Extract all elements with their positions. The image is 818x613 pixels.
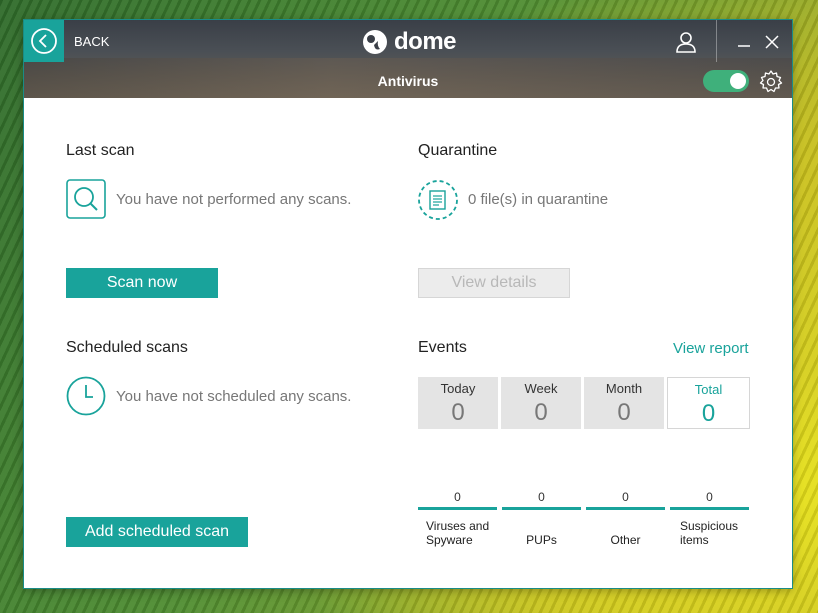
page-title: Antivirus: [377, 73, 439, 89]
minimize-icon: [738, 45, 750, 47]
category-other: 0 Other: [586, 490, 665, 547]
last-scan-title: Last scan: [66, 142, 135, 159]
category-count: 0: [538, 490, 545, 504]
back-label[interactable]: BACK: [74, 34, 109, 49]
scheduled-scans-message: You have not scheduled any scans.: [116, 388, 352, 405]
tile-label: Week: [524, 381, 558, 396]
tile-value: 0: [701, 400, 716, 427]
category-viruses: 0 Viruses and Spyware: [418, 490, 497, 547]
category-pups: 0 PUPs: [502, 490, 581, 547]
user-icon: [676, 32, 696, 53]
close-icon: [765, 35, 779, 49]
category-bar: [586, 507, 665, 510]
back-arrow-icon: [31, 28, 57, 54]
minimize-button[interactable]: [734, 32, 754, 52]
back-button[interactable]: [24, 20, 64, 62]
magnifier-icon: [66, 179, 106, 219]
view-report-link[interactable]: View report: [673, 340, 749, 357]
category-label: Suspicious items: [680, 519, 739, 547]
logo-text: dome: [394, 28, 457, 55]
tab-today[interactable]: Today 0: [418, 377, 498, 429]
header-divider: [716, 20, 717, 62]
category-bar: [670, 507, 749, 510]
close-button[interactable]: [762, 32, 782, 52]
category-label: Other: [610, 533, 641, 547]
antivirus-toggle[interactable]: [703, 70, 749, 92]
category-count: 0: [622, 490, 629, 504]
tile-value: 0: [617, 399, 631, 426]
toggle-knob: [730, 73, 746, 89]
tab-week[interactable]: Week 0: [501, 377, 581, 429]
scan-now-button[interactable]: Scan now: [66, 268, 218, 298]
category-bar: [418, 507, 497, 510]
category-label: PUPs: [526, 533, 557, 547]
category-count: 0: [706, 490, 713, 504]
add-scheduled-scan-button[interactable]: Add scheduled scan: [66, 517, 248, 547]
scheduled-scans-title: Scheduled scans: [66, 339, 188, 356]
category-bar: [502, 507, 581, 510]
tab-month[interactable]: Month 0: [584, 377, 664, 429]
events-title: Events: [418, 339, 467, 356]
tile-value: 0: [534, 399, 548, 426]
category-label: Viruses and Spyware: [426, 519, 490, 547]
clock-icon: [66, 376, 106, 416]
tab-total[interactable]: Total 0: [667, 377, 750, 429]
tile-label: Today: [440, 381, 476, 396]
category-suspicious: 0 Suspicious items: [670, 490, 749, 547]
quarantine-message: 0 file(s) in quarantine: [468, 191, 609, 208]
settings-button[interactable]: [758, 69, 784, 98]
tile-label: Total: [694, 382, 723, 397]
app-logo: dome: [362, 28, 457, 56]
user-account-button[interactable]: [674, 30, 698, 59]
tile-value: 0: [451, 399, 465, 426]
last-scan-message: You have not performed any scans.: [116, 191, 352, 208]
tile-label: Month: [605, 381, 643, 396]
quarantine-title: Quarantine: [418, 142, 498, 159]
header-bar: BACK dome Antivirus: [24, 20, 792, 98]
gear-icon: [759, 70, 783, 93]
quarantine-document-icon: [418, 180, 458, 220]
view-details-button[interactable]: View details: [418, 268, 570, 298]
panda-logo-icon: [363, 30, 387, 54]
category-count: 0: [454, 490, 461, 504]
antivirus-window: BACK dome Antivirus Last scan You have n…: [24, 20, 792, 588]
